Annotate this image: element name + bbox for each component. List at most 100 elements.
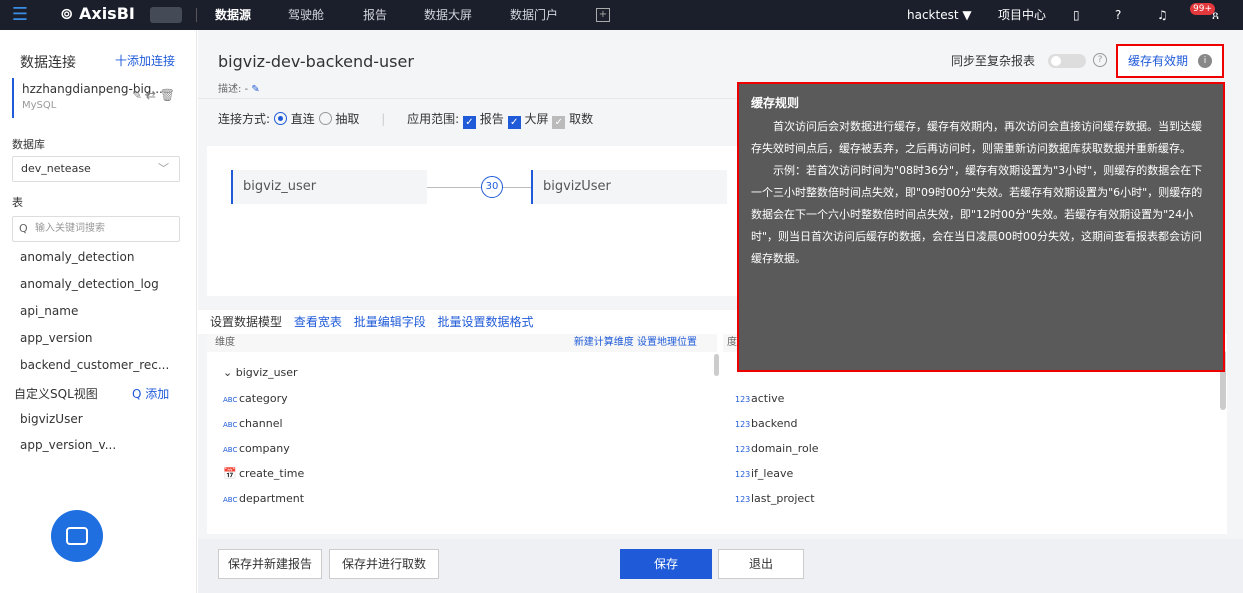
sql-view-title: 自定义SQL视图 (14, 387, 98, 401)
checkbox-fetch: ✓ (552, 116, 566, 129)
join-line (427, 187, 481, 188)
expand-icon[interactable]: + (596, 8, 610, 22)
nav-datasource[interactable]: 数据源 (215, 0, 251, 30)
screen-label: 大屏 (524, 112, 549, 126)
table-item[interactable]: anomaly_detection (20, 250, 134, 264)
view-wide-table-link[interactable]: 查看宽表 (294, 315, 342, 329)
tooltip-paragraph-1: 首次访问后会对数据进行缓存，缓存有效期内，再次访问会直接访问缓存数据。当到达缓存… (751, 120, 1202, 155)
delete-icon[interactable]: 🗑 (160, 88, 175, 102)
search-icon: Q (132, 387, 142, 401)
user-menu[interactable]: hacktest ▼ (907, 0, 972, 30)
text-type-icon: ABC (223, 446, 238, 454)
edit-pencil-icon[interactable]: ✎ (251, 84, 259, 95)
dimension-field[interactable]: ABC channel (223, 417, 283, 430)
number-type-icon: 123 (735, 420, 751, 429)
field-name: active (751, 392, 785, 405)
table-item[interactable]: backend_customer_rec... (20, 358, 169, 372)
nav-cockpit[interactable]: 驾驶舱 (288, 0, 324, 30)
nav-data-portal[interactable]: 数据门户 (510, 0, 558, 30)
join-badge[interactable]: 30 (481, 176, 503, 198)
dimension-field[interactable]: 📅 create_time (223, 467, 304, 480)
measure-field[interactable]: 123last_project (735, 492, 815, 505)
hamburger-menu-icon[interactable]: ☰ (10, 5, 30, 25)
radio-direct[interactable] (273, 112, 287, 125)
group-name: bigviz_user (235, 366, 298, 379)
options-row: 连接方式: 直连 抽取 | 应用范围: ✓ 报告 ✓ 大屏 ✓ 取数 (218, 110, 593, 129)
table-search-input[interactable]: Q 输入关键词搜索 (12, 216, 180, 242)
table-node-right[interactable]: bigvizUser (531, 170, 727, 204)
dimension-field[interactable]: ABC department (223, 492, 304, 505)
chat-support-button[interactable] (51, 510, 103, 562)
switch-icon[interactable]: ⇄ (146, 88, 156, 102)
dimension-title: 维度 (215, 337, 235, 348)
dimension-field[interactable]: ABC company (223, 442, 290, 455)
sql-view-item[interactable]: app_version_v... (20, 438, 116, 452)
nav-big-screen[interactable]: 数据大屏 (424, 0, 472, 30)
dimension-field[interactable]: ABC category (223, 392, 288, 405)
batch-edit-fields-link[interactable]: 批量编辑字段 (354, 315, 426, 329)
add-connection-button[interactable]: 十添加连接 (115, 52, 175, 69)
batch-format-link[interactable]: 批量设置数据格式 (438, 315, 534, 329)
scrollbar[interactable] (714, 354, 719, 376)
field-name: domain_role (751, 442, 819, 455)
sidebar-title: 数据连接 (20, 55, 76, 71)
user-avatar-icon[interactable]: ጸ (1212, 0, 1219, 30)
divider (198, 98, 738, 99)
connection-actions[interactable]: ✎ ⇄ 🗑 (132, 88, 175, 102)
project-switcher[interactable] (150, 7, 182, 23)
measure-field[interactable]: 123backend (735, 417, 797, 430)
table-label: 表 (12, 196, 23, 209)
model-toolbar: 设置数据模型 查看宽表 批量编辑字段 批量设置数据格式 (198, 310, 738, 334)
table-item[interactable]: api_name (20, 304, 78, 318)
radio-extract[interactable] (318, 112, 332, 125)
table-item[interactable]: app_version (20, 331, 93, 345)
save-button[interactable]: 保存 (620, 549, 712, 579)
cache-label: 缓存有效期 (1128, 54, 1189, 68)
help-circle-icon[interactable]: ? (1115, 0, 1121, 30)
add-label: 添加 (145, 387, 170, 401)
tooltip-title: 缓存规则 (751, 96, 800, 110)
measure-field[interactable]: 123active (735, 392, 784, 405)
table-node-left[interactable]: bigviz_user (231, 170, 427, 204)
fetch-label: 取数 (569, 112, 594, 126)
dimension-actions[interactable]: 新建计算维度 设置地理位置 (574, 334, 697, 352)
checkbox-report[interactable]: ✓ (462, 116, 476, 129)
toggle-knob (1051, 56, 1061, 66)
dimension-group[interactable]: ⌄ bigviz_user (223, 366, 298, 379)
connection-item[interactable]: hzzhangdianpeng-big... MySQL ✎ ⇄ 🗑 (12, 78, 188, 118)
exit-button[interactable]: 退出 (718, 549, 804, 579)
sync-label: 同步至复杂报表 (951, 54, 1036, 68)
separator: | (381, 112, 386, 126)
project-center-link[interactable]: 项目中心 (998, 0, 1046, 30)
edit-icon[interactable]: ✎ (132, 88, 142, 102)
database-select[interactable]: dev_netease ﹀ (12, 156, 180, 182)
tablet-icon[interactable]: ▯ (1073, 0, 1080, 30)
sql-view-item[interactable]: bigvizUser (20, 412, 83, 426)
field-name: if_leave (751, 467, 794, 480)
add-sql-view-button[interactable]: Q 添加 (132, 385, 169, 402)
cache-validity-button[interactable]: 缓存有效期 i (1116, 44, 1224, 78)
nav-report[interactable]: 报告 (363, 0, 387, 30)
save-and-new-report-button[interactable]: 保存并新建报告 (218, 549, 322, 579)
question-icon[interactable]: ? (1093, 53, 1107, 67)
measure-field[interactable]: 123domain_role (735, 442, 819, 455)
field-name: department (239, 492, 305, 505)
tooltip-paragraph-2: 示例：若首次访问时间为"08时36分"，缓存有效期设置为"3小时"，则缓存的数据… (751, 164, 1203, 265)
sidebar: 数据连接 十添加连接 hzzhangdianpeng-big... MySQL … (0, 30, 197, 593)
save-and-fetch-button[interactable]: 保存并进行取数 (329, 549, 439, 579)
measure-field[interactable]: 123if_leave (735, 467, 793, 480)
database-label: 数据库 (12, 138, 45, 151)
report-label: 报告 (479, 112, 504, 126)
info-icon: i (1198, 54, 1212, 68)
sync-toggle[interactable] (1048, 54, 1086, 68)
table-item[interactable]: anomaly_detection_log (20, 277, 159, 291)
field-name: company (239, 442, 290, 455)
chevron-down-icon: ﹀ (158, 162, 169, 175)
top-navigation-bar: ☰ ⊚ AxisBI 数据源 驾驶舱 报告 数据大屏 数据门户 + hackte… (0, 0, 1243, 30)
dimension-header: 维度 新建计算维度 设置地理位置 (207, 334, 717, 352)
bell-icon[interactable]: ♫ (1157, 0, 1168, 30)
cache-rules-tooltip: 缓存规则 首次访问后会对数据进行缓存，缓存有效期内，再次访问会直接访问缓存数据。… (737, 82, 1225, 372)
app-logo[interactable]: ⊚ AxisBI (60, 4, 135, 23)
model-label: 设置数据模型 (210, 315, 283, 329)
checkbox-screen[interactable]: ✓ (507, 116, 521, 129)
